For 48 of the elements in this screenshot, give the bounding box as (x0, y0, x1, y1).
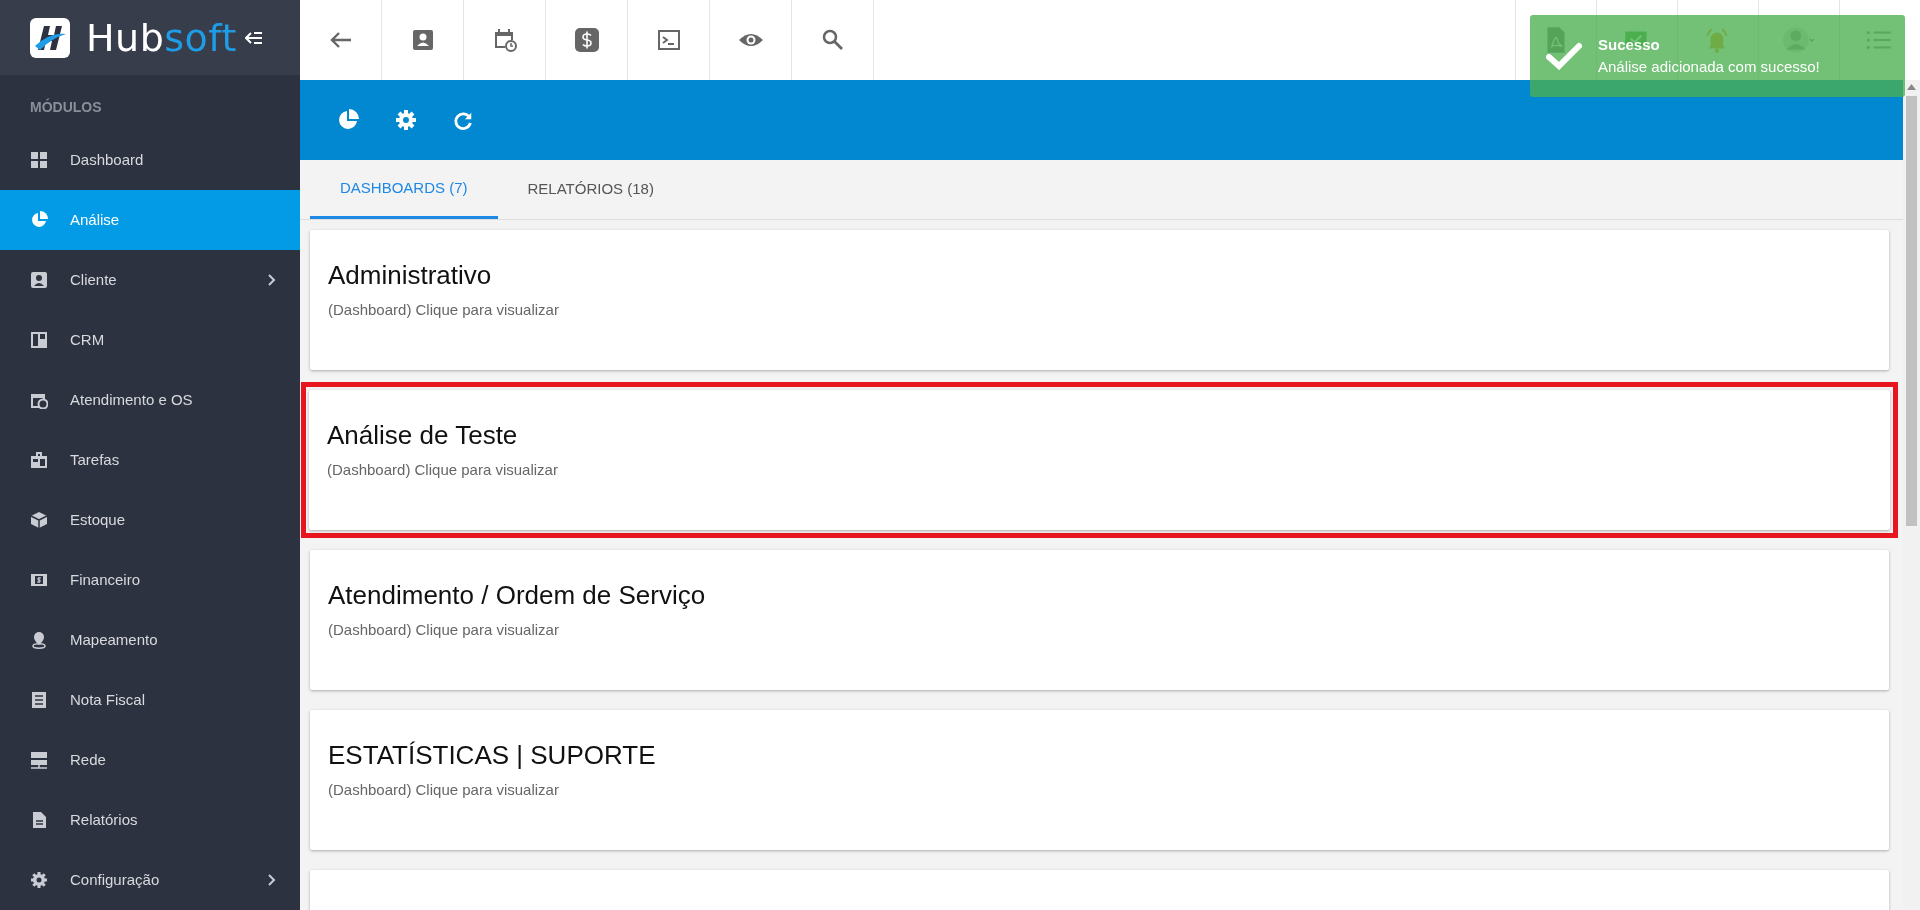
sidebar-item[interactable]: Estoque (0, 490, 300, 550)
card-subtitle: (Dashboard) Clique para visualizar (328, 300, 560, 321)
settings-icon[interactable] (394, 107, 418, 133)
card-title: Atendimento / Ordem de Serviço (328, 580, 707, 612)
section-label: MÓDULOS (29, 97, 103, 117)
dashboard-card[interactable]: Atendimento / Ordem de Serviço (Dashboard) Clique para visualizar (310, 550, 1889, 690)
scroll-up-arrow-icon[interactable] (1907, 84, 1916, 90)
card-title: Administrativo (328, 260, 493, 292)
sidebar-item[interactable]: Cliente (0, 250, 300, 310)
board-icon (30, 331, 48, 349)
package-icon (30, 511, 48, 529)
card-subtitle: (Dashboard) Clique para visualizar (327, 460, 559, 481)
sidebar-item[interactable]: CRM (0, 310, 300, 370)
sidebar-item[interactable]: Nota Fiscal (0, 670, 300, 730)
pie-chart-icon (30, 211, 48, 229)
sidebar-item[interactable]: Mapeamento (0, 610, 300, 670)
check-icon (1546, 42, 1582, 70)
collapse-menu-icon[interactable] (244, 30, 263, 45)
sidebar-item[interactable]: Relatórios (0, 790, 300, 850)
tab[interactable]: RELATÓRIOS (18) (497, 160, 684, 219)
sidebar-item[interactable]: Financeiro (0, 550, 300, 610)
sidebar-item[interactable]: Rede (0, 730, 300, 790)
receipt-icon (30, 691, 48, 709)
card-subtitle: (Dashboard) Clique para visualizar (328, 780, 560, 801)
sidebar-item[interactable]: Tarefas (0, 430, 300, 490)
cash-icon (30, 571, 48, 589)
calendar-clock-icon (30, 391, 48, 409)
briefcase-icon (30, 451, 48, 469)
toast-title: Sucesso (1598, 34, 1661, 55)
dashboard-card[interactable]: Análise de Teste (Dashboard) Clique para visualizar (309, 390, 1890, 530)
sidebar-item[interactable]: Atendimento e OS (0, 370, 300, 430)
sidebar-item[interactable]: Configuração (0, 850, 300, 910)
brand-name: Hubsoft (86, 18, 237, 57)
card-title: ESTATÍSTICAS | SUPORTE (328, 740, 657, 772)
logo-icon (30, 17, 70, 58)
dashboard-card[interactable]: Administrativo (Dashboard) Clique para visualizar (310, 230, 1889, 370)
server-icon (30, 751, 48, 769)
sidebar-item[interactable]: Dashboard (0, 130, 300, 190)
document-icon (30, 811, 48, 829)
card-subtitle: (Dashboard) Clique para visualizar (328, 620, 560, 641)
toast-message: Análise adicionada com sucesso! (1598, 57, 1820, 77)
dashboard-card[interactable]: ESTATÍSTICAS | SUPORTE (Dashboard) Clique para visualizar (310, 710, 1889, 850)
contact-card-icon (30, 271, 48, 289)
location-pin-icon (30, 631, 48, 649)
grid-icon (30, 151, 48, 169)
card-title: Análise de Teste (327, 420, 519, 452)
dollar-sign-icon[interactable] (572, 26, 601, 54)
settings-icon (30, 871, 48, 889)
